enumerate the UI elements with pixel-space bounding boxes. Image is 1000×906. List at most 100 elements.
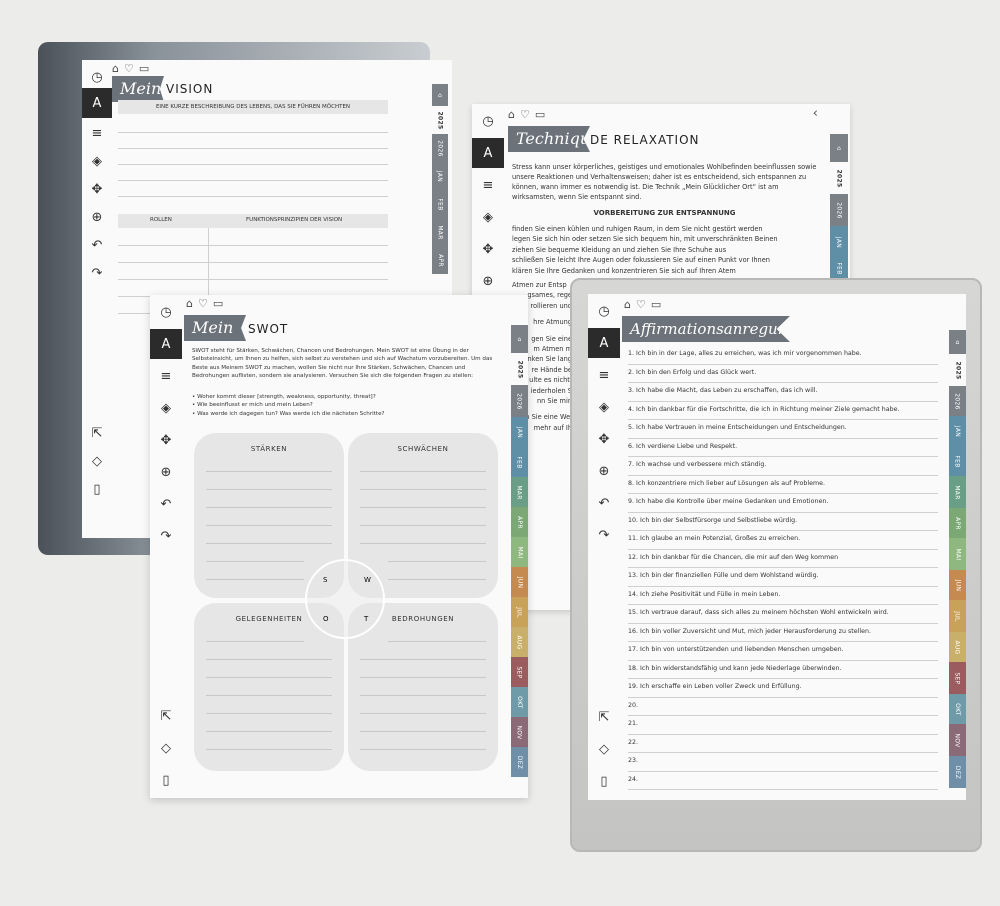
- home-icon[interactable]: ⌂: [186, 297, 193, 310]
- notebook-icon[interactable]: ▯: [150, 765, 182, 795]
- move-icon[interactable]: ✥: [472, 234, 504, 264]
- home-tab[interactable]: ⌂: [511, 325, 528, 353]
- tab-dez[interactable]: DEZ: [949, 756, 966, 788]
- clock-icon[interactable]: ◷: [472, 106, 504, 136]
- clock-icon[interactable]: ◷: [588, 296, 620, 326]
- zoom-icon[interactable]: ⊕: [588, 456, 620, 486]
- redo-icon[interactable]: ↷: [82, 258, 112, 288]
- redo-icon[interactable]: ↷: [150, 521, 182, 551]
- pen-icon[interactable]: A: [588, 328, 620, 358]
- tab-2025[interactable]: 2025: [949, 354, 966, 386]
- tab-okt[interactable]: OKT: [511, 687, 528, 717]
- affirmation-item: 9. Ich habe die Kontrolle über meine Ged…: [628, 494, 938, 513]
- tab-sep[interactable]: SEP: [511, 657, 528, 687]
- tab-dez[interactable]: DEZ: [511, 747, 528, 777]
- tab-mai[interactable]: MAI: [949, 538, 966, 570]
- tab-jun[interactable]: JUN: [949, 570, 966, 600]
- tab-2026[interactable]: 2026: [830, 194, 848, 226]
- tab-apr[interactable]: APR: [511, 507, 528, 537]
- home-tab[interactable]: ⌂: [830, 134, 848, 162]
- tab-feb[interactable]: FEB: [432, 190, 448, 218]
- home-tab[interactable]: ⌂: [432, 84, 448, 106]
- home-icon[interactable]: ⌂: [508, 108, 515, 121]
- home-icon[interactable]: ⌂: [112, 62, 119, 75]
- notebook-icon[interactable]: ▯: [82, 474, 112, 504]
- affirmations-screen: ◷ A ≡ ◈ ✥ ⊕ ↶ ↷ ⇱ ◇ ▯ ⌂ ♡ ▭ Affirmations…: [588, 294, 966, 800]
- tab-2025[interactable]: 2025: [511, 353, 528, 385]
- share-icon[interactable]: ⇱: [588, 702, 620, 732]
- menu-lines-icon[interactable]: ≡: [82, 118, 112, 148]
- tab-jun[interactable]: JUN: [511, 567, 528, 597]
- move-icon[interactable]: ✥: [588, 424, 620, 454]
- menu-lines-icon[interactable]: ≡: [588, 360, 620, 390]
- tab-2025[interactable]: 2025: [432, 106, 448, 134]
- eraser-icon[interactable]: ◈: [588, 392, 620, 422]
- tab-mar[interactable]: MAR: [432, 218, 448, 246]
- tab-2026[interactable]: 2026: [949, 386, 966, 416]
- tab-jan[interactable]: JAN: [432, 162, 448, 190]
- tab-jan[interactable]: JAN: [949, 416, 966, 446]
- back-chevron-icon[interactable]: ‹: [813, 106, 818, 121]
- tab-feb[interactable]: FEB: [830, 258, 848, 278]
- zoom-icon[interactable]: ⊕: [82, 202, 112, 232]
- page-icon[interactable]: ▭: [535, 108, 545, 121]
- move-icon[interactable]: ✥: [82, 174, 112, 204]
- menu-lines-icon[interactable]: ≡: [472, 170, 504, 200]
- affirmation-item: 4. Ich bin dankbar für die Fortschritte,…: [628, 402, 938, 420]
- redo-icon[interactable]: ↷: [588, 520, 620, 550]
- tab-jan[interactable]: JAN: [511, 417, 528, 447]
- undo-icon[interactable]: ↶: [82, 230, 112, 260]
- tab-sep[interactable]: SEP: [949, 662, 966, 694]
- affirmation-item: 19. Ich erschaffe ein Leben voller Zweck…: [628, 679, 938, 698]
- tab-2026[interactable]: 2026: [511, 385, 528, 417]
- heart-icon[interactable]: ♡: [636, 298, 646, 311]
- tab-feb[interactable]: FEB: [949, 446, 966, 476]
- tab-2026[interactable]: 2026: [432, 134, 448, 162]
- eraser-icon[interactable]: ◈: [150, 393, 182, 423]
- pen-icon[interactable]: A: [472, 138, 504, 168]
- tab-jul[interactable]: JUL: [949, 600, 966, 632]
- tab-mar[interactable]: MAR: [511, 477, 528, 507]
- tab-apr[interactable]: APR: [432, 246, 448, 274]
- move-icon[interactable]: ✥: [150, 425, 182, 455]
- layers-icon[interactable]: ◇: [150, 733, 182, 763]
- tab-aug[interactable]: AUG: [511, 627, 528, 657]
- tab-nov[interactable]: NOV: [949, 724, 966, 756]
- tab-nov[interactable]: NOV: [511, 717, 528, 747]
- tab-mai[interactable]: MAI: [511, 537, 528, 567]
- vision-title: VISION: [166, 82, 214, 96]
- tab-okt[interactable]: OKT: [949, 694, 966, 724]
- tab-2025[interactable]: 2025: [830, 162, 848, 194]
- heart-icon[interactable]: ♡: [520, 108, 530, 121]
- tab-apr[interactable]: APR: [949, 508, 966, 538]
- tab-aug[interactable]: AUG: [949, 632, 966, 662]
- affirmation-item: 23.: [628, 753, 938, 772]
- tab-feb[interactable]: FEB: [511, 447, 528, 477]
- zoom-icon[interactable]: ⊕: [472, 266, 504, 296]
- page-icon[interactable]: ▭: [139, 62, 149, 75]
- layers-icon[interactable]: ◇: [588, 734, 620, 764]
- share-icon[interactable]: ⇱: [82, 418, 112, 448]
- heart-icon[interactable]: ♡: [124, 62, 134, 75]
- clock-icon[interactable]: ◷: [150, 297, 182, 327]
- page-icon[interactable]: ▭: [651, 298, 661, 311]
- undo-icon[interactable]: ↶: [588, 488, 620, 518]
- tab-mar[interactable]: MAR: [949, 476, 966, 508]
- share-icon[interactable]: ⇱: [150, 701, 182, 731]
- vision-subtitle-bar: EINE KURZE BESCHREIBUNG DES LEBENS, DAS …: [118, 100, 388, 114]
- notebook-icon[interactable]: ▯: [588, 766, 620, 796]
- heart-icon[interactable]: ♡: [198, 297, 208, 310]
- zoom-icon[interactable]: ⊕: [150, 457, 182, 487]
- pen-icon[interactable]: A: [150, 329, 182, 359]
- tab-jul[interactable]: JUL: [511, 597, 528, 627]
- home-icon[interactable]: ⌂: [624, 298, 631, 311]
- home-tab[interactable]: ⌂: [949, 330, 966, 354]
- page-icon[interactable]: ▭: [213, 297, 223, 310]
- eraser-icon[interactable]: ◈: [472, 202, 504, 232]
- layers-icon[interactable]: ◇: [82, 446, 112, 476]
- eraser-icon[interactable]: ◈: [82, 146, 112, 176]
- pen-icon[interactable]: A: [82, 88, 112, 118]
- menu-lines-icon[interactable]: ≡: [150, 361, 182, 391]
- tab-jan[interactable]: JAN: [830, 226, 848, 258]
- undo-icon[interactable]: ↶: [150, 489, 182, 519]
